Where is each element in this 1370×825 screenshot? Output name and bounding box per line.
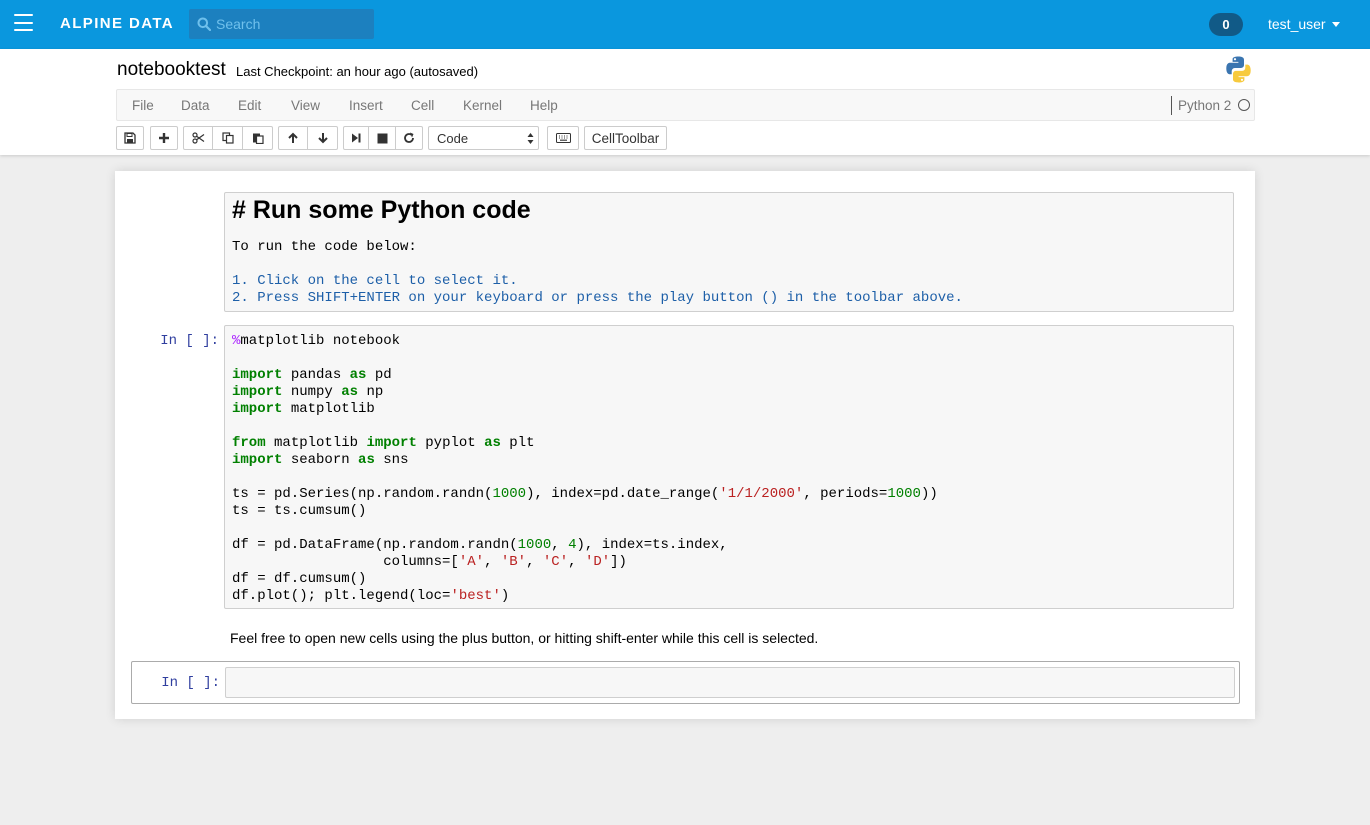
paste-button[interactable]: [243, 126, 273, 150]
celltoolbar-button[interactable]: CellToolbar: [584, 126, 667, 150]
code-line: import numpy as np: [232, 384, 384, 400]
caret-down-icon: [1331, 22, 1340, 27]
brand-logo[interactable]: ALPINE DATA: [60, 15, 174, 32]
menu-kernel[interactable]: Kernel: [463, 98, 502, 113]
code-line: ts = pd.Series(np.random.randn(1000), in…: [232, 486, 938, 502]
interrupt-kernel-button[interactable]: [369, 126, 396, 150]
cut-button[interactable]: [183, 126, 213, 150]
code-line: import pandas as pd: [232, 367, 392, 383]
search-box[interactable]: [189, 9, 374, 39]
command-palette-button[interactable]: [547, 126, 579, 150]
code-line: import matplotlib: [232, 401, 375, 417]
markdown-step-2: 2. Press SHIFT+ENTER on your keyboard or…: [232, 290, 963, 306]
markdown-intro: To run the code below:: [232, 239, 417, 255]
code-line: from matplotlib import pyplot as plt: [232, 435, 535, 451]
keyboard-icon: [555, 133, 571, 143]
python-logo-icon: [1226, 56, 1251, 83]
arrow-down-icon: [317, 133, 328, 144]
code-cell-prompt: In [ ]:: [160, 333, 219, 349]
search-input[interactable]: [216, 16, 366, 32]
arrow-up-icon: [288, 132, 298, 143]
user-menu[interactable]: test_user: [1268, 16, 1340, 32]
markdown-step-1: 1. Click on the cell to select it.: [232, 273, 518, 289]
move-up-button[interactable]: [278, 126, 308, 150]
menu-edit[interactable]: Edit: [238, 98, 261, 113]
cell-type-value: Code: [437, 130, 469, 146]
code-line: df = pd.DataFrame(np.random.randn(1000, …: [232, 537, 728, 553]
stop-icon: [377, 133, 387, 143]
selected-empty-cell[interactable]: In [ ]:: [131, 661, 1240, 704]
top-navbar: ALPINE DATA 0 test_user: [0, 0, 1370, 49]
code-line: columns=['A', 'B', 'C', 'D']): [232, 554, 627, 570]
menu-cell[interactable]: Cell: [411, 98, 434, 113]
markdown-heading: # Run some Python code: [232, 196, 531, 224]
menu-insert[interactable]: Insert: [349, 98, 383, 113]
menu-bar: File Data Edit View Insert Cell Kernel H…: [116, 89, 1255, 121]
select-arrows-icon: [527, 133, 534, 144]
move-down-button[interactable]: [308, 126, 338, 150]
kernel-divider: [1171, 96, 1172, 115]
menu-data[interactable]: Data: [181, 98, 210, 113]
menu-help[interactable]: Help: [530, 98, 558, 113]
code-cell-editor[interactable]: %matplotlib notebook import pandas as pd…: [224, 325, 1234, 609]
menu-file[interactable]: File: [132, 98, 154, 113]
notebook-header: notebooktest Last Checkpoint: an hour ag…: [0, 49, 1370, 155]
cell-type-select[interactable]: Code: [428, 126, 539, 150]
insert-cell-button[interactable]: [150, 126, 178, 150]
code-line: import seaborn as sns: [232, 452, 409, 468]
plus-icon: [159, 133, 169, 143]
code-line: ts = ts.cumsum(): [232, 503, 367, 519]
refresh-icon: [404, 132, 414, 143]
copy-icon: [221, 132, 234, 144]
run-cell-button[interactable]: [343, 126, 369, 150]
checkpoint-status: Last Checkpoint: an hour ago (autosaved): [236, 64, 479, 79]
scissors-icon: [191, 132, 204, 144]
paste-icon: [252, 133, 264, 144]
search-icon: [197, 17, 211, 31]
notification-badge[interactable]: 0: [1209, 13, 1243, 36]
kernel-name: Python 2: [1178, 98, 1232, 113]
save-button[interactable]: [116, 126, 144, 150]
empty-cell-prompt: In [ ]:: [161, 675, 220, 691]
menu-view[interactable]: View: [291, 98, 320, 113]
info-markdown-text: Feel free to open new cells using the pl…: [230, 630, 819, 646]
code-line: df.plot(); plt.legend(loc='best'): [232, 588, 510, 604]
markdown-cell[interactable]: # Run some Python code To run the code b…: [224, 192, 1234, 312]
save-icon: [124, 132, 136, 144]
notebook-name[interactable]: notebooktest: [117, 59, 226, 81]
empty-cell-editor[interactable]: [225, 667, 1235, 698]
kernel-idle-indicator-icon: [1238, 99, 1250, 111]
main-toolbar: Code CellToolbar: [116, 126, 1255, 150]
restart-kernel-button[interactable]: [396, 126, 423, 150]
notebook-container: # Run some Python code To run the code b…: [115, 171, 1255, 719]
username-label: test_user: [1268, 16, 1326, 32]
copy-button[interactable]: [213, 126, 243, 150]
step-forward-icon: [352, 133, 361, 143]
code-line: %matplotlib notebook: [232, 333, 401, 349]
hamburger-menu-icon[interactable]: [14, 14, 33, 31]
code-line: df = df.cumsum(): [232, 571, 367, 587]
